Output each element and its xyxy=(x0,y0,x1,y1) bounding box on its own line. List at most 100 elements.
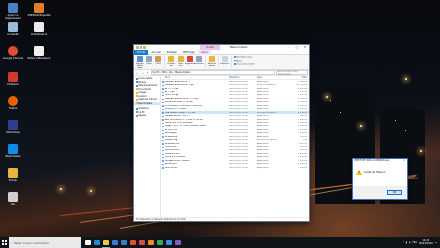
mail-icon[interactable] xyxy=(121,239,127,246)
desktop-icon-label: Fichier xyxy=(8,179,18,182)
nav-item[interactable]: Réseau xyxy=(134,114,160,118)
message-dialog[interactable]: INFCP-TSF 2020-2-1006000.exe ✕ Limite de… xyxy=(352,158,408,200)
delete-button[interactable]: Supprimer xyxy=(185,56,194,65)
desktop-icon-firefox[interactable]: Firefox xyxy=(0,96,26,110)
chevron-up-icon[interactable]: ˄ xyxy=(403,241,404,244)
file-size: 63 760 Ko xyxy=(296,84,307,87)
taskview-icon[interactable] xyxy=(85,239,91,246)
desktop-icon-chrome[interactable]: Google Chrome xyxy=(0,46,26,60)
dialog-title: INFCP-TSF 2020-2-1006000.exe xyxy=(354,159,389,162)
desktop-icon-notes[interactable]: Notes Utilisateurs xyxy=(26,46,52,60)
pin-button[interactable]: Épingler à Accès rapide xyxy=(136,56,144,69)
file-explorer-icon[interactable] xyxy=(102,239,109,248)
language-indicator[interactable]: FRA xyxy=(412,241,417,244)
properties-icon[interactable] xyxy=(139,46,143,49)
tab-accueil[interactable]: Accueil xyxy=(148,50,163,55)
store-icon[interactable] xyxy=(112,239,118,246)
desktop-icon-ver[interactable]: Ver xyxy=(0,192,26,206)
tab-partage[interactable]: Partage xyxy=(164,50,180,55)
properties-icon xyxy=(221,56,228,62)
app-green-icon[interactable] xyxy=(157,239,163,246)
file-date: 06/03/2020 09:04 xyxy=(229,132,248,135)
desktop-icon-teamviewer[interactable]: Teamviewer xyxy=(0,144,26,158)
title-bar[interactable]: Outils Mescompiler – □ ✕ xyxy=(134,45,309,50)
volume-icon[interactable]: ◖ xyxy=(409,241,410,244)
desktop-icon-photoshop[interactable]: Photoshop xyxy=(0,120,26,134)
file-name: ACTIT 2.5 go xyxy=(161,88,229,90)
documents-icon xyxy=(135,88,138,91)
up-arrow-icon[interactable]: ↑ xyxy=(146,71,150,75)
tab-fichier[interactable]: Fichier xyxy=(134,49,149,55)
desktop-icon-ccleaner[interactable]: CCleaner xyxy=(0,72,26,86)
download-icon xyxy=(135,84,138,87)
tab-affichage[interactable]: Affichage xyxy=(180,50,198,55)
file-date: 06/03/2020 09:04 xyxy=(229,135,248,138)
new-folder-icon[interactable] xyxy=(143,46,146,49)
close-icon[interactable]: ✕ xyxy=(301,45,309,50)
table-row[interactable]: offer 64.exe 06/03/2020 09:04 Application 1… xyxy=(161,166,309,169)
desktop-icon-diskalfoss[interactable]: DiskAlfoss 0 xyxy=(26,22,52,36)
breadcrumb-item[interactable]: Bild xyxy=(162,71,167,74)
ribbon-label: Nouveau dossier xyxy=(207,62,216,67)
file-name: ActiMorgan xyxy=(161,132,229,135)
ok-button[interactable]: OK xyxy=(387,189,402,195)
desktop-icon-label: Photoshop xyxy=(6,131,20,134)
folder-icon[interactable] xyxy=(136,46,139,49)
desktop-icon-vmdkar[interactable]: VMDKAR Biquette xyxy=(26,3,52,17)
column-header-size[interactable]: Taille xyxy=(285,76,309,79)
column-header-name[interactable]: Nom xyxy=(161,76,229,79)
search-input[interactable]: Rechercher dans : Mescompil... xyxy=(275,70,308,76)
desktop-icon-corbeille[interactable]: Corbeille xyxy=(0,22,26,36)
copy-button[interactable]: Copier xyxy=(145,56,153,65)
file-type: Application xyxy=(257,132,269,135)
desktop-icon-fichier[interactable]: Fichier xyxy=(0,168,26,182)
minimize-icon[interactable]: – xyxy=(285,45,293,50)
nav-item-selected[interactable]: Mescompiler xyxy=(134,101,160,105)
network-icon[interactable]: ▮ xyxy=(406,241,407,244)
select-none-button[interactable]: Aucun xyxy=(234,60,255,63)
file-size: 3 300 Ko xyxy=(297,156,307,159)
new-folder-button[interactable]: Nouveau dossier xyxy=(208,56,216,67)
app-red-icon[interactable] xyxy=(139,239,145,246)
taskbar-search[interactable]: ⌕ Taper ici pour rechercher xyxy=(9,237,81,248)
file-date: 06/03/2020 09:04 xyxy=(229,121,248,124)
file-date: 06/03/2020 09:04 xyxy=(229,87,248,90)
tab-gerer[interactable]: Gérer xyxy=(197,49,212,55)
breadcrumb-item[interactable]: Ce PC xyxy=(153,71,160,74)
tab-outils[interactable]: Outils xyxy=(200,45,221,50)
file-size: 4 500 Ko xyxy=(297,87,307,90)
column-header-type[interactable]: Type xyxy=(257,76,285,79)
notification-icon[interactable]: ▭ xyxy=(435,241,437,244)
paste-button[interactable]: Coller xyxy=(154,56,162,65)
maximize-icon[interactable]: □ xyxy=(293,45,301,50)
desktop-icon xyxy=(135,81,138,84)
app-purple-icon[interactable] xyxy=(175,239,181,246)
breadcrumb-item[interactable]: Mescompiler xyxy=(175,71,190,74)
app-blue-icon[interactable] xyxy=(166,239,172,246)
select-all-button[interactable]: Sélectionner tout xyxy=(234,56,255,59)
file-type: Application xyxy=(257,159,269,162)
app-orange-icon[interactable] xyxy=(148,239,154,246)
rename-button[interactable]: Renommer xyxy=(194,56,204,65)
ribbon: Épingler à Accès rapide Copier Coller Dé… xyxy=(134,55,309,70)
close-icon[interactable]: ✕ xyxy=(401,159,407,164)
forward-arrow-icon[interactable]: → xyxy=(141,71,145,75)
breadcrumb-item[interactable]: sts xyxy=(169,71,172,74)
back-arrow-icon[interactable]: ← xyxy=(136,71,140,75)
column-header-date[interactable]: Modifié le xyxy=(229,76,257,79)
chrome-icon[interactable] xyxy=(130,239,136,246)
file-size: 2 800 Ko xyxy=(297,121,307,124)
desktop-icon-ajout-suppression[interactable]: Ajout ou Suppression xyxy=(0,3,26,20)
invert-selection-button[interactable]: Inverser la sélection xyxy=(234,63,254,66)
start-button[interactable] xyxy=(0,237,9,248)
clock[interactable]: 14:22 06/03/2020 xyxy=(419,239,433,246)
file-type: Application xyxy=(257,166,269,169)
move-to-button[interactable]: Déplacer vers xyxy=(167,56,175,67)
address-bar[interactable]: Ce PC › Bild › sts › Mescompiler xyxy=(150,70,275,75)
file-explorer-window[interactable]: Outils Mescompiler – □ ✕ Fichier Accueil… xyxy=(133,44,310,222)
properties-button[interactable]: Propriétés xyxy=(220,56,229,65)
file-name: Afin Fin d'armés 5.1 Cléon v1.00 mk xyxy=(161,119,229,121)
file-date: 06/03/2020 09:04 xyxy=(229,97,248,100)
copy-to-button[interactable]: Copier vers xyxy=(177,56,185,67)
edge-icon[interactable] xyxy=(94,239,100,246)
